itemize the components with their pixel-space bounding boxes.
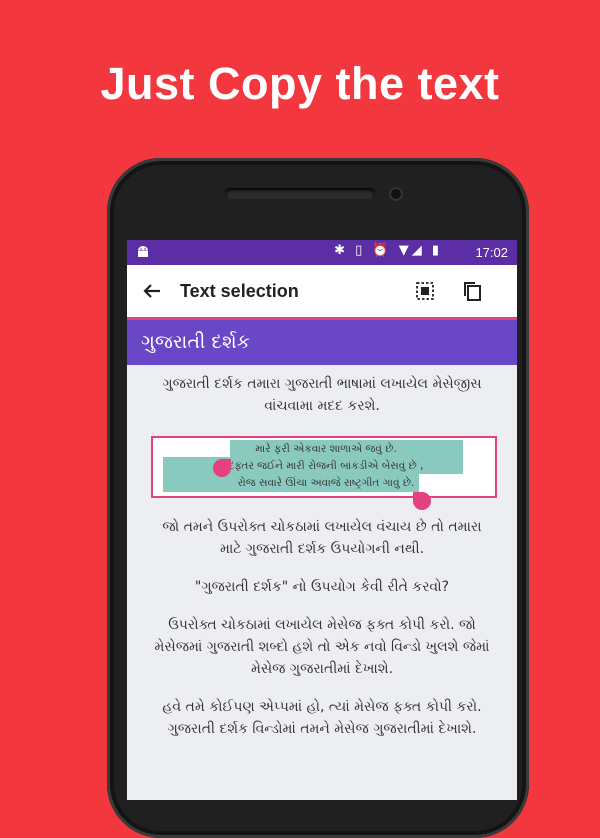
instruction-text[interactable]: ઉપરોક્ત ચોકઠામાં લખાયેલ મેસેજ ફક્ત કોપી … — [150, 614, 495, 680]
clock: 17:02 — [475, 245, 508, 260]
phone-screen: ✱ ▯ ⏰ ▼◢ ▮ 17:02 Text selection ગુજરાતી … — [127, 240, 517, 800]
sample-line-1[interactable]: મારે ફરી એકવાર શાળાએ જવું છે. — [153, 441, 499, 458]
status-icons: ✱ ▯ ⏰ ▼◢ ▮ — [334, 243, 442, 258]
explanation-text[interactable]: જો તમને ઉપરોક્ત ચોકઠામાં લખાયેલ વંચાય છે… — [150, 516, 495, 560]
select-all-icon[interactable] — [415, 281, 435, 301]
app-title: ગુજરાતી દર્શક — [141, 331, 251, 353]
phone-speaker — [225, 188, 375, 199]
copy-icon[interactable] — [461, 280, 483, 302]
toolbar: Text selection — [127, 265, 517, 317]
back-arrow-icon[interactable] — [142, 281, 162, 301]
selection-end-handle[interactable] — [413, 492, 431, 510]
android-icon — [138, 246, 148, 257]
body-text: જો તમને ઉપરોક્ત ચોકઠામાં લખાયેલ વંચાય છે… — [127, 516, 517, 740]
intro-text[interactable]: ગુજરાતી દર્શક તમારા ગુજરાતી ભાષામાં લખાય… — [150, 373, 495, 417]
promo-headline: Just Copy the text — [100, 58, 500, 109]
how-to-heading[interactable]: "ગુજરાતી દર્શક" નો ઉપયોગ કેવી રીતે કરવો? — [150, 576, 495, 598]
toolbar-title: Text selection — [180, 281, 299, 301]
phone-camera — [391, 189, 401, 199]
selection-start-handle[interactable] — [213, 459, 231, 477]
content-area[interactable]: ગુજરાતી દર્શક તમારા ગુજરાતી ભાષામાં લખાય… — [127, 373, 517, 417]
usage-text[interactable]: હવે તમે કોઈપણ એપ્પમાં હો, ત્યાં મેસેજ ફક… — [150, 696, 495, 740]
sample-line-2[interactable]: દફ્તર જઈને મારી રોજની બાંકડીએ બેસવું છે … — [153, 458, 499, 475]
app-bar: ગુજરાતી દર્શક — [127, 320, 517, 365]
sample-text-box[interactable]: મારે ફરી એકવાર શાળાએ જવું છે. દફ્તર જઈને… — [151, 436, 497, 498]
status-bar: ✱ ▯ ⏰ ▼◢ ▮ 17:02 — [127, 240, 517, 265]
sample-line-3[interactable]: રોજ સવારે ઊંચા અવાજે રાષ્ટ્રગીત ગાવું છે… — [153, 475, 499, 492]
